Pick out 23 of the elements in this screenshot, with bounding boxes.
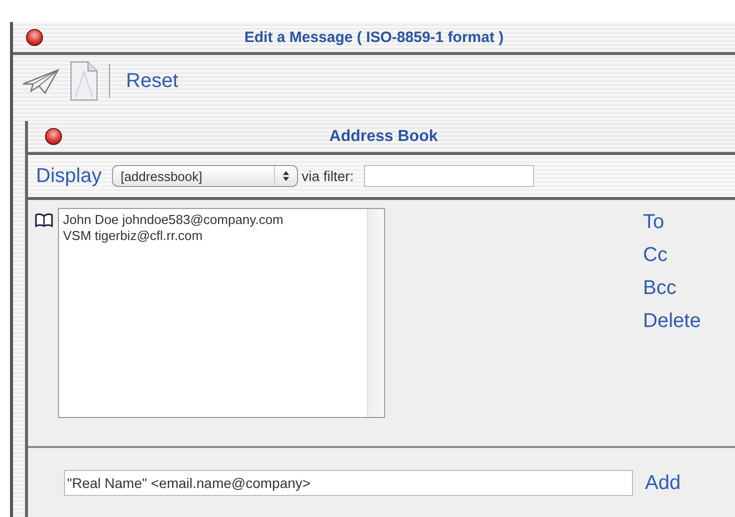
- address-entry[interactable]: John Doe johndoe583@company.com: [63, 212, 363, 228]
- address-entry[interactable]: VSM tigerbiz@cfl.rr.com: [63, 228, 363, 244]
- window-title: Edit a Message ( ISO-8859-1 format ): [244, 28, 504, 46]
- addressbook-select[interactable]: [addressbook]: [112, 165, 298, 187]
- document-icon[interactable]: [69, 60, 99, 102]
- paper-plane-icon[interactable]: [21, 66, 61, 96]
- address-list[interactable]: John Doe johndoe583@company.com VSM tigerbiz@cfl.rr.com: [58, 208, 385, 418]
- close-button[interactable]: [26, 28, 43, 46]
- stepper-arrows-icon: [282, 170, 290, 182]
- action-link[interactable]: Bcc: [643, 277, 701, 300]
- scrollbar[interactable]: [367, 209, 384, 417]
- address-input[interactable]: "Real Name" <email.name@company>: [64, 470, 633, 496]
- panel-title: Address Book: [329, 128, 438, 146]
- filter-label: via filter:: [302, 168, 354, 184]
- action-link[interactable]: Delete: [643, 310, 701, 333]
- filter-field[interactable]: [364, 165, 534, 187]
- book-icon: [34, 212, 54, 228]
- add-link[interactable]: Add: [645, 472, 681, 494]
- action-link[interactable]: Cc: [643, 244, 701, 267]
- close-button[interactable]: [45, 128, 62, 145]
- action-link[interactable]: To: [643, 211, 701, 234]
- display-label: Display: [36, 164, 102, 188]
- reset-link[interactable]: Reset: [126, 70, 178, 92]
